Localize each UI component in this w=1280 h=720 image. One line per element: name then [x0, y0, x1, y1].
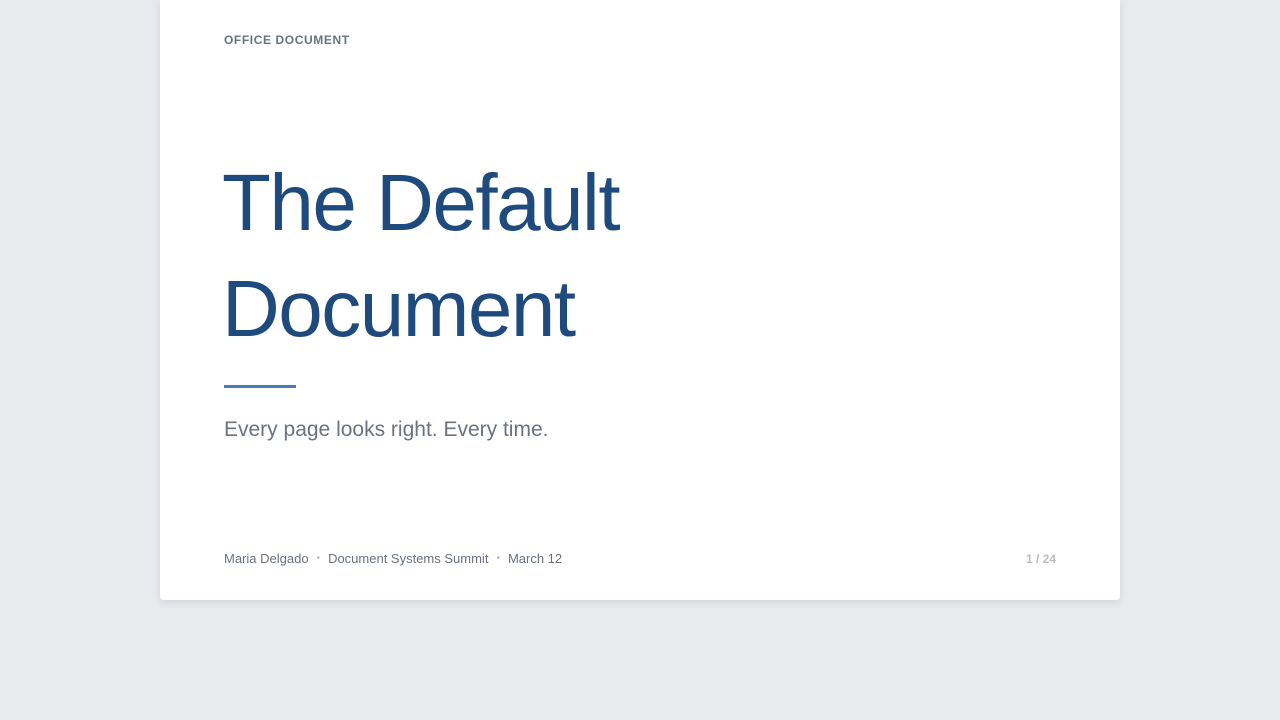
slide-title: The Default Document: [222, 150, 621, 362]
footer-date: March 12: [507, 551, 563, 566]
page-number: 1 / 24: [1025, 552, 1056, 566]
slide-title-line-2: Document: [222, 264, 576, 353]
document-type-label: OFFICE DOCUMENT: [224, 33, 350, 47]
slide-title-line-1: The Default: [222, 158, 621, 247]
slide-page: OFFICE DOCUMENT The Default Document Eve…: [160, 0, 1120, 600]
footer-event: Document Systems Summit: [328, 551, 489, 566]
footer-meta: Maria Delgado • Document Systems Summit …: [224, 551, 562, 566]
footer-separator-dot: •: [496, 553, 500, 564]
accent-divider: [224, 385, 296, 388]
footer-author: Maria Delgado: [224, 551, 309, 566]
footer-separator-dot: •: [316, 553, 321, 564]
slide-subtitle: Every page looks right. Every time.: [224, 418, 549, 441]
